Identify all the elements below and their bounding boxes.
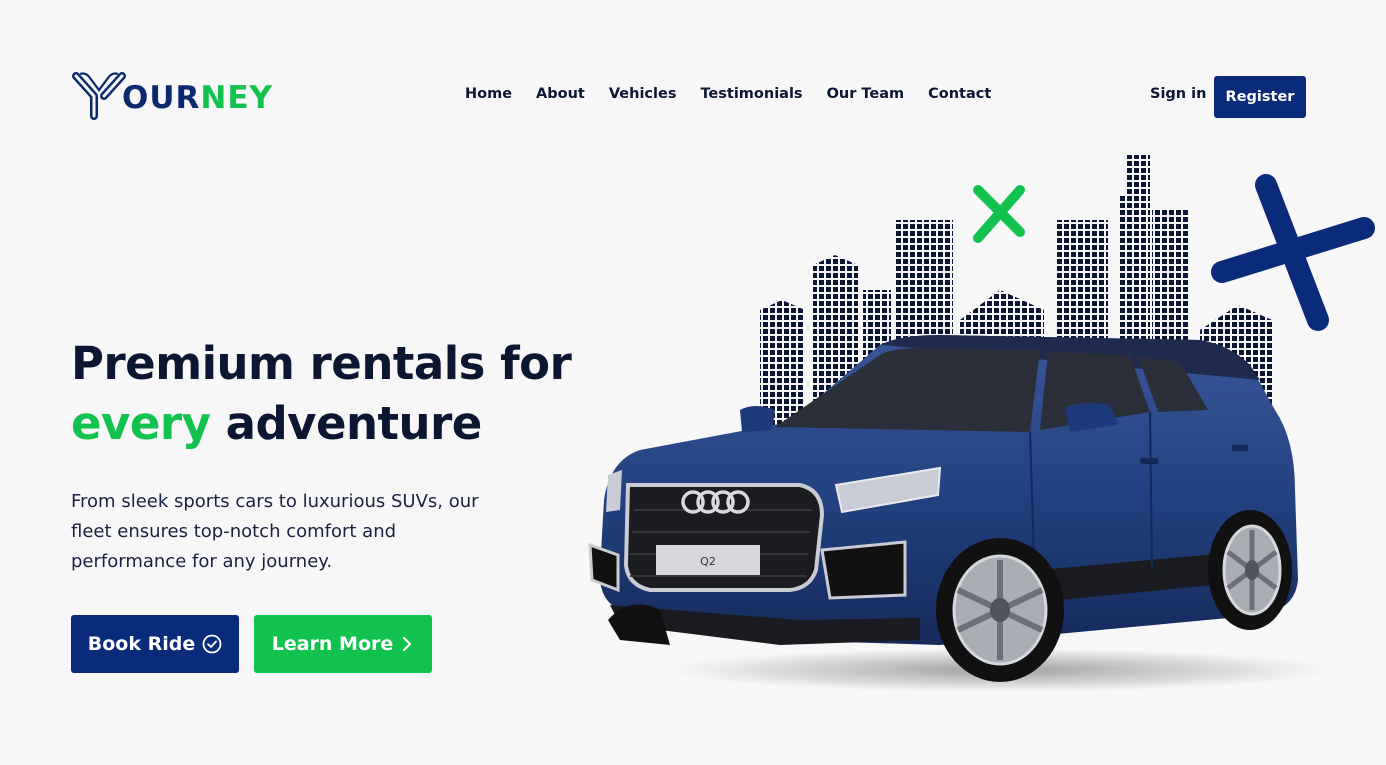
nav-our-team[interactable]: Our Team [827, 86, 905, 102]
logo-text: OURNEY [122, 80, 273, 116]
hero-description: From sleek sports cars to luxurious SUVs… [71, 491, 479, 572]
signin-link[interactable]: Sign in [1150, 86, 1206, 102]
car-image: Q2 [588, 335, 1330, 692]
headline-line1: Premium rentals for [71, 337, 572, 390]
rear-wheel [1208, 510, 1292, 630]
hero-illustration: Q2 [588, 155, 1375, 692]
nav-vehicles[interactable]: Vehicles [609, 86, 677, 102]
nav-home[interactable]: Home [465, 86, 512, 102]
chevron-right-icon [403, 636, 412, 652]
navy-cross-decoration [1211, 174, 1375, 331]
learn-more-button[interactable]: Learn More [254, 615, 432, 673]
license-plate: Q2 [700, 555, 716, 568]
front-wheel [936, 538, 1064, 682]
nav-about[interactable]: About [536, 86, 585, 102]
logo-text-part1: OUR [122, 80, 201, 116]
book-ride-label: Book Ride [87, 633, 196, 655]
brand-logo[interactable]: OURNEY [72, 70, 273, 122]
register-button[interactable]: Register [1214, 76, 1306, 118]
check-circle-icon [202, 634, 222, 654]
headline-highlight: every [71, 397, 211, 450]
hero-headline: Premium rentals for every adventure [71, 334, 572, 454]
nav-testimonials[interactable]: Testimonials [700, 86, 802, 102]
book-ride-button[interactable]: Book Ride [71, 615, 239, 673]
green-cross-decoration [973, 185, 1025, 243]
logo-y-icon [72, 72, 126, 120]
logo-text-part2: NEY [200, 80, 273, 116]
learn-more-label: Learn More [271, 633, 394, 655]
headline-rest: adventure [210, 397, 483, 450]
main-nav: Home About Vehicles Testimonials Our Tea… [465, 86, 1015, 102]
nav-contact[interactable]: Contact [928, 86, 991, 102]
